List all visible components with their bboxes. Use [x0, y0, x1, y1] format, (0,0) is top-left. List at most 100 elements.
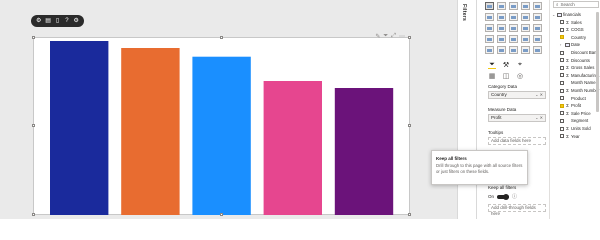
filled-map-icon[interactable] — [497, 35, 506, 43]
stacked-column-chart-icon[interactable] — [497, 2, 506, 10]
stacked-area-chart-icon[interactable] — [509, 13, 518, 21]
field-item-discount-band[interactable]: Discount Band — [560, 49, 599, 56]
chevron-right-icon[interactable]: › — [560, 42, 563, 47]
fields-search-input[interactable]: ⌕ Search — [553, 1, 599, 8]
chevron-down-icon[interactable]: ⌄ — [552, 12, 555, 17]
field-item-cogs[interactable]: Σ COGS — [560, 26, 584, 33]
visual-settings-icon[interactable]: ⚙ — [35, 18, 42, 25]
field-checkbox[interactable] — [560, 134, 564, 139]
funnel-icon[interactable] — [509, 35, 518, 43]
resize-handle[interactable] — [408, 36, 411, 39]
card-icon[interactable] — [533, 35, 542, 43]
bar-chart-visual[interactable]: ✎ ⏷ ⤢ ⋯ — [32, 33, 411, 216]
paint-roller-icon[interactable]: ◫ — [502, 72, 510, 80]
field-item-profit[interactable]: Σ Profit — [560, 102, 581, 109]
fields-tab-icon[interactable]: ⏷ — [488, 61, 496, 69]
multi-row-card-icon[interactable] — [485, 46, 494, 54]
category-data-well[interactable]: Country ⌄ ✕ — [488, 91, 546, 99]
drillthrough-drop-zone[interactable]: Add drill-through fields here — [488, 204, 546, 216]
page-icon[interactable]: ▯ — [54, 18, 61, 25]
field-checkbox[interactable] — [560, 103, 564, 108]
field-checkbox[interactable] — [560, 96, 564, 101]
slicer-icon[interactable] — [509, 46, 518, 54]
field-item-year[interactable]: Σ Year — [560, 133, 580, 140]
field-item-units-sold[interactable]: Σ Units Sold — [560, 125, 591, 132]
field-item-sale-price[interactable]: Σ Sale Price — [560, 110, 591, 117]
field-item-discounts[interactable]: Σ Discounts — [560, 57, 590, 64]
area-chart-icon[interactable] — [497, 13, 506, 21]
field-checkbox[interactable] — [560, 50, 564, 55]
bar-4[interactable] — [263, 81, 322, 215]
clustered-column-chart-icon[interactable] — [521, 2, 530, 10]
ribbon-chart-icon[interactable] — [533, 13, 542, 21]
resize-handle[interactable] — [32, 124, 35, 127]
clustered-bar-chart-icon[interactable] — [509, 2, 518, 10]
pie-chart-icon[interactable] — [509, 24, 518, 32]
waterfall-chart-icon[interactable] — [485, 24, 494, 32]
comments-icon[interactable]: ▤ — [45, 18, 52, 25]
resize-handle[interactable] — [220, 213, 223, 216]
table-view-icon[interactable]: ▦ — [488, 72, 496, 80]
table-icon[interactable] — [521, 46, 530, 54]
field-item-month-name[interactable]: Month Name — [560, 79, 596, 86]
scatter-chart-icon[interactable] — [497, 24, 506, 32]
field-item-sales[interactable]: Σ Sales — [560, 19, 582, 26]
field-item-date[interactable]: › Date — [560, 41, 580, 48]
stacked-bar-chart-icon[interactable] — [485, 2, 494, 10]
sigma-icon: Σ — [566, 110, 569, 116]
analytics-tab-icon[interactable]: ⌖ — [516, 61, 524, 69]
field-checkbox[interactable] — [560, 20, 564, 25]
field-checkbox[interactable] — [560, 58, 564, 63]
bar-3[interactable] — [192, 56, 251, 216]
treemap-icon[interactable] — [533, 24, 542, 32]
kpi-icon[interactable] — [497, 46, 506, 54]
field-checkbox[interactable] — [560, 65, 564, 70]
line-chart-icon[interactable] — [485, 13, 494, 21]
filters-pane-collapsed[interactable]: Filters — [457, 0, 477, 219]
field-item-financials[interactable]: ⌄ financials — [552, 11, 581, 18]
field-checkbox[interactable] — [560, 35, 564, 40]
field-item-segment[interactable]: Segment — [560, 117, 588, 124]
bar-2[interactable] — [121, 48, 180, 215]
resize-handle[interactable] — [408, 124, 411, 127]
magnifier-icon[interactable]: ◎ — [516, 72, 524, 80]
measure-data-well[interactable]: Profit ⌄ ✕ — [488, 114, 546, 122]
matrix-icon[interactable] — [533, 46, 542, 54]
field-item-product[interactable]: Product — [560, 95, 586, 102]
format-tab-icon[interactable]: ⚒ — [502, 61, 510, 69]
measure-field-value: Profit — [491, 115, 502, 120]
field-checkbox[interactable] — [560, 80, 564, 85]
map-icon[interactable] — [485, 35, 494, 43]
field-checkbox[interactable] — [560, 27, 564, 32]
donut-chart-icon[interactable] — [521, 24, 530, 32]
chevron-down-icon[interactable]: ⌄ ✕ — [535, 115, 545, 121]
field-checkbox[interactable] — [560, 126, 564, 131]
info-icon[interactable]: ⓘ — [512, 193, 517, 200]
help-icon[interactable]: ? — [63, 18, 70, 25]
report-canvas[interactable]: ⚙ ▤ ▯ ? ⚙ ✎ ⏷ ⤢ ⋯ — [0, 0, 457, 219]
keep-all-filters-toggle[interactable] — [497, 193, 510, 200]
gauge-icon[interactable] — [521, 35, 530, 43]
settings-icon[interactable]: ⚙ — [73, 18, 80, 25]
100-stacked-bar-chart-icon[interactable] — [533, 2, 542, 10]
field-item-country[interactable]: Country — [560, 34, 586, 41]
field-checkbox[interactable] — [560, 73, 564, 78]
field-label: Year — [571, 133, 580, 139]
resize-handle[interactable] — [220, 36, 223, 39]
field-checkbox[interactable] — [560, 111, 564, 116]
resize-handle[interactable] — [32, 213, 35, 216]
field-item-manufacturing[interactable]: Σ Manufacturing... — [560, 72, 600, 79]
keep-all-filters-row: On ⓘ — [488, 193, 517, 200]
field-item-gross-sales[interactable]: Σ Gross Sales — [560, 64, 594, 71]
line-and-column-chart-icon[interactable] — [521, 13, 530, 21]
field-item-month-number[interactable]: Σ Month Number — [560, 87, 599, 94]
bar-1[interactable] — [50, 41, 109, 215]
tooltips-drop-zone[interactable]: Add data fields here — [488, 137, 546, 145]
resize-handle[interactable] — [32, 36, 35, 39]
field-checkbox[interactable] — [560, 118, 564, 123]
bar-5[interactable] — [334, 88, 394, 215]
resize-handle[interactable] — [408, 213, 411, 216]
chevron-down-icon[interactable]: ⌄ ✕ — [535, 92, 545, 98]
pane-scrollbar[interactable] — [596, 12, 599, 112]
field-checkbox[interactable] — [560, 88, 564, 93]
